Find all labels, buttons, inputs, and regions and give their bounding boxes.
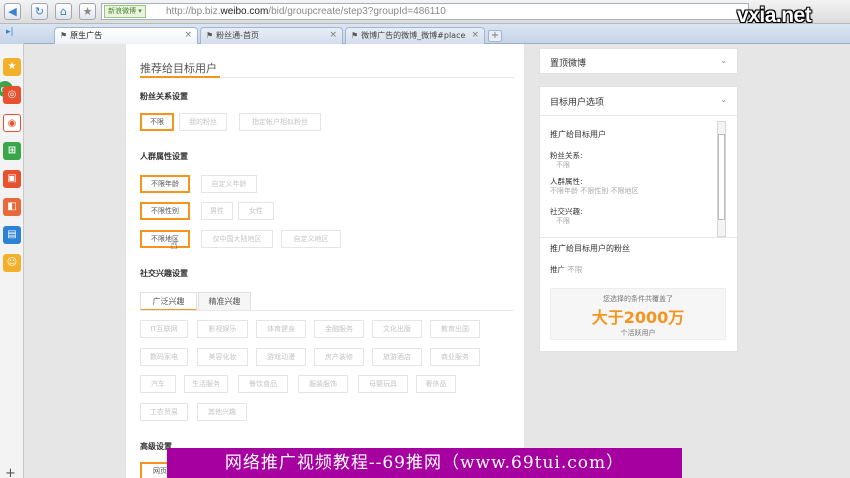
interest-heading: 社交兴趣设置 bbox=[140, 269, 188, 278]
browser-toolbar: ◀ ↻ ⌂ ★ 新浪微博 ▾ http://bp.biz.weibo.com/b… bbox=[0, 0, 850, 27]
browser-sidebar: 66 ★ ◎ ◉ ⊞ ▣ ◧ ▤ ☺ bbox=[0, 44, 24, 478]
region-option-custom[interactable]: 自定义地区 bbox=[281, 230, 341, 248]
interest-chip[interactable]: 游戏动漫 bbox=[256, 348, 306, 366]
tab-broad-interest[interactable]: 广泛兴趣 bbox=[140, 292, 197, 311]
interest-chip[interactable]: 文化出版 bbox=[372, 320, 422, 338]
summary-title: 推广给目标用户 bbox=[550, 130, 606, 139]
box-divider bbox=[540, 115, 737, 116]
gender-option-female[interactable]: 女性 bbox=[238, 202, 274, 220]
url-text[interactable]: http://bp.biz.weibo.com/bid/groupcreate/… bbox=[166, 6, 446, 17]
close-tab-icon[interactable]: × bbox=[329, 28, 337, 43]
pinned-weibo-box[interactable]: 置顶微博 ⌄ bbox=[539, 48, 738, 74]
refresh-button[interactable]: ↻ bbox=[31, 3, 48, 20]
interest-chip[interactable]: 生活服务 bbox=[184, 375, 228, 393]
tab-fanstong-home[interactable]: ⚑ 粉丝通-首页 × bbox=[200, 27, 343, 44]
panel-title: 推荐给目标用户 bbox=[140, 62, 217, 75]
interest-tabs-divider bbox=[140, 310, 514, 311]
tab-native-ads[interactable]: ⚑ 原生广告 × bbox=[54, 27, 198, 44]
result-unit: 个活跃用户 bbox=[620, 329, 656, 337]
region-option-unlimited[interactable]: 不限地区 bbox=[140, 230, 190, 248]
promo-line: 推广 不限 bbox=[550, 265, 583, 274]
interest-chip[interactable]: 体育健身 bbox=[256, 320, 306, 338]
chevron-down-icon[interactable]: ⌄ bbox=[720, 95, 727, 104]
result-value: 大于2000万 bbox=[591, 308, 685, 327]
tab-strip: ⚑ 原生广告 × ⚑ 粉丝通-首页 × ⚑ 微博广告的微博_微博#place × + bbox=[24, 24, 850, 44]
interest-chip[interactable]: 美容化妆 bbox=[197, 348, 248, 366]
star-icon: ★ bbox=[82, 5, 93, 18]
tab-weibo-place[interactable]: ⚑ 微博广告的微博_微博#place × bbox=[345, 27, 485, 44]
interest-chip[interactable]: 其他兴趣 bbox=[197, 403, 247, 421]
region-option-mainland[interactable]: 仅中国大陆地区 bbox=[201, 230, 273, 248]
tab-precise-interest[interactable]: 精准兴趣 bbox=[198, 292, 251, 311]
tab-list-button[interactable]: ▸| bbox=[0, 24, 24, 44]
fans-of-target-title: 推广给目标用户的粉丝 bbox=[550, 244, 630, 253]
interest-chip[interactable]: 教育出国 bbox=[430, 320, 480, 338]
smiley-icon[interactable]: ☺ bbox=[3, 254, 21, 272]
title-accent bbox=[140, 76, 220, 78]
book-icon[interactable]: ▤ bbox=[3, 226, 21, 244]
address-bar[interactable]: 新浪微博 ▾ http://bp.biz.weibo.com/bid/group… bbox=[101, 3, 749, 20]
back-arrow-icon: ◀ bbox=[8, 5, 17, 18]
interest-chip[interactable]: 影视娱乐 bbox=[197, 320, 248, 338]
interest-value: 不限 bbox=[556, 217, 570, 225]
interest-chip[interactable]: 工农贸易 bbox=[140, 403, 188, 421]
interest-chip[interactable]: 服装服饰 bbox=[298, 375, 348, 393]
interest-chip[interactable]: 金融服务 bbox=[314, 320, 364, 338]
summary-scrollbar[interactable] bbox=[717, 121, 726, 237]
gender-option-male[interactable]: 男性 bbox=[201, 202, 233, 220]
gender-option-unlimited[interactable]: 不限性别 bbox=[140, 202, 190, 220]
targeting-panel: 推荐给目标用户 粉丝关系设置 不限 我的粉丝 指定帐户相似粉丝 人群属性设置 不… bbox=[125, 44, 525, 478]
flag-icon: ⚑ bbox=[206, 31, 214, 40]
summary-divider bbox=[540, 237, 737, 238]
interest-chip[interactable]: 餐饮食品 bbox=[238, 375, 288, 393]
refresh-icon: ↻ bbox=[34, 5, 45, 18]
chevron-down-icon[interactable]: ⌄ bbox=[720, 56, 727, 65]
fans-heading: 粉丝关系设置 bbox=[140, 92, 188, 101]
target-icon[interactable]: ◉ bbox=[3, 114, 21, 132]
pinned-weibo-title: 置顶微博 bbox=[550, 59, 587, 69]
promo-banner: 网络推广视频教程--69推网（www.69tui.com） bbox=[167, 448, 682, 478]
fans-option-my-fans[interactable]: 我的粉丝 bbox=[179, 113, 227, 131]
result-caption: 您选择的条件共覆盖了 bbox=[603, 295, 673, 303]
fans-option-unlimited[interactable]: 不限 bbox=[140, 113, 174, 131]
mouse-cursor-icon: ☝ bbox=[170, 238, 178, 253]
coverage-result: 您选择的条件共覆盖了 大于2000万 个活跃用户 bbox=[550, 288, 726, 340]
attrs-heading: 人群属性设置 bbox=[140, 152, 188, 161]
site-badge[interactable]: 新浪微博 ▾ bbox=[104, 5, 146, 18]
interest-chip[interactable]: 奢侈品 bbox=[416, 375, 456, 393]
favorite-button[interactable]: ★ bbox=[79, 3, 96, 20]
interest-chip[interactable]: 母婴玩具 bbox=[358, 375, 408, 393]
interest-chip[interactable]: 商业服务 bbox=[430, 348, 480, 366]
flag-icon: ⚑ bbox=[60, 31, 68, 40]
interest-chip[interactable]: 旅游酒店 bbox=[372, 348, 422, 366]
age-option-custom[interactable]: 自定义年龄 bbox=[201, 175, 257, 193]
fans-option-similar[interactable]: 指定帐户相似粉丝 bbox=[239, 113, 321, 131]
target-options-title: 目标用户选项 bbox=[550, 98, 605, 108]
tab-list-icon: ▸| bbox=[6, 27, 14, 37]
new-tab-button[interactable]: + bbox=[488, 30, 502, 42]
title-divider bbox=[140, 76, 514, 78]
interest-chip[interactable]: 汽车 bbox=[140, 375, 176, 393]
interest-chip[interactable]: 数码家电 bbox=[140, 348, 188, 366]
close-tab-icon[interactable]: × bbox=[471, 28, 479, 43]
favorites-icon[interactable]: ★ bbox=[3, 58, 21, 76]
interest-chip[interactable]: IT互联网 bbox=[140, 320, 188, 338]
weibo-icon[interactable]: ◎ bbox=[3, 86, 21, 104]
scrollbar-thumb[interactable] bbox=[718, 134, 725, 220]
close-tab-icon[interactable]: × bbox=[184, 28, 192, 43]
fans-value: 不限 bbox=[556, 161, 570, 169]
home-icon: ⌂ bbox=[60, 5, 67, 18]
app-red-icon[interactable]: ▣ bbox=[3, 170, 21, 188]
interest-chip[interactable]: 房产装修 bbox=[314, 348, 364, 366]
flag-icon: ⚑ bbox=[351, 31, 359, 40]
attr-value: 不限年龄 不限性别 不限地区 bbox=[550, 187, 639, 195]
add-sidebar-icon[interactable]: + bbox=[5, 466, 16, 478]
age-option-unlimited[interactable]: 不限年龄 bbox=[140, 175, 190, 193]
back-button[interactable]: ◀ bbox=[4, 3, 21, 20]
home-button[interactable]: ⌂ bbox=[55, 3, 72, 20]
app-green-icon[interactable]: ⊞ bbox=[3, 142, 21, 160]
shopping-icon[interactable]: ◧ bbox=[3, 198, 21, 216]
